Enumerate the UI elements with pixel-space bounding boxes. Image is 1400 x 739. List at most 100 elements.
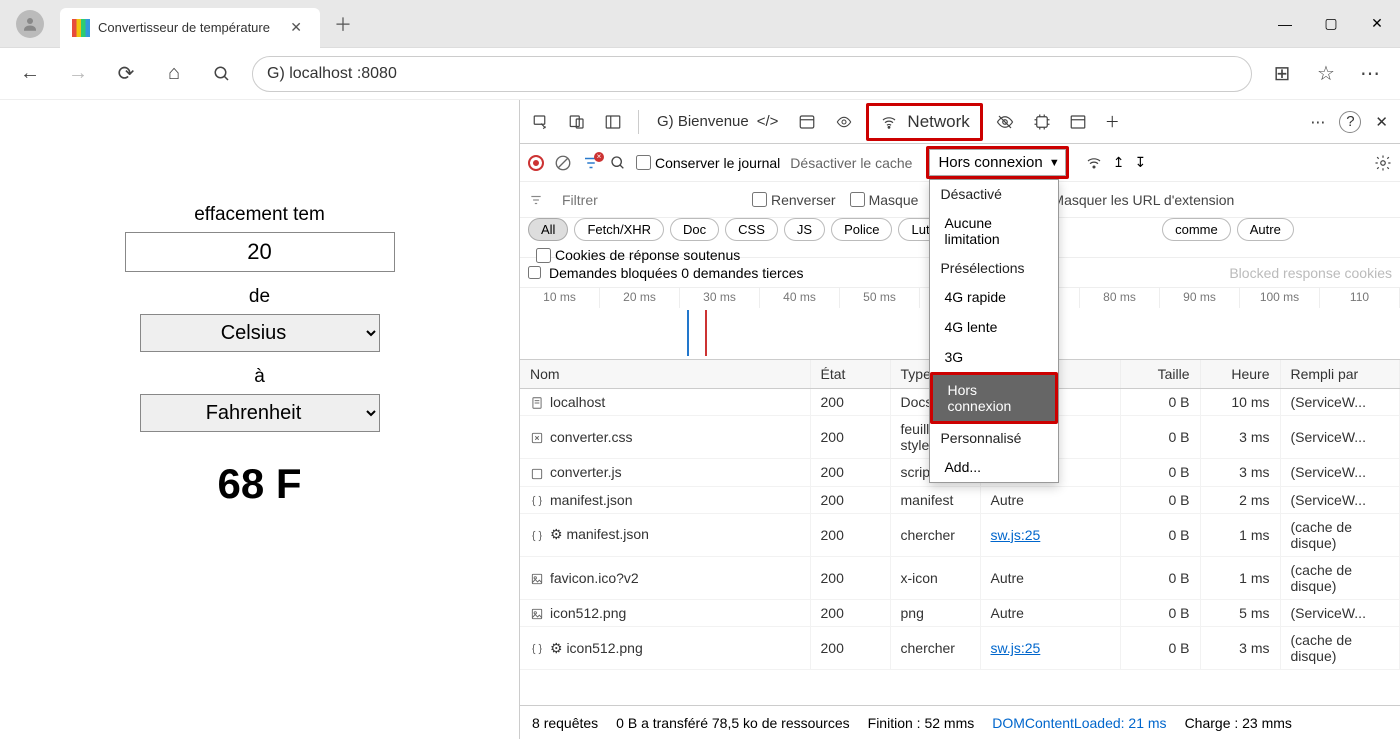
preserve-log-checkbox[interactable]: Conserver le journal xyxy=(636,155,780,171)
file-icon xyxy=(530,494,544,508)
timeline-tick: 50 ms xyxy=(840,288,920,308)
back-button[interactable]: ← xyxy=(12,56,48,92)
filter-toggle-icon[interactable]: × xyxy=(582,154,600,172)
throttle-add[interactable]: Add... xyxy=(930,452,1058,482)
blocked-resp-label: Blocked response cookies xyxy=(1229,265,1392,281)
tab-network[interactable]: Network xyxy=(866,103,982,141)
disable-cache-label: Désactiver le cache xyxy=(790,155,912,171)
table-row[interactable]: manifest.json 200 manifest Autre 0 B 2 m… xyxy=(520,486,1400,513)
import-har-icon[interactable]: ↥ xyxy=(1113,154,1125,171)
to-select[interactable]: Fahrenheit xyxy=(140,394,380,432)
status-load: Charge : 23 mms xyxy=(1185,715,1292,731)
device-toggle-icon[interactable] xyxy=(562,107,592,137)
profile-icon[interactable] xyxy=(16,10,44,38)
table-row[interactable]: ⚙ manifest.json 200 chercher sw.js:25 0 … xyxy=(520,513,1400,556)
status-transferred: 0 B a transféré 78,5 ko de ressources xyxy=(616,715,849,731)
home-button[interactable]: ⌂ xyxy=(156,56,192,92)
devtools-close-icon[interactable]: ✕ xyxy=(1369,107,1394,137)
browser-tab[interactable]: Convertisseur de température ✕ xyxy=(60,8,320,48)
tab-welcome[interactable]: G) Bienvenue </> xyxy=(649,107,786,136)
search-icon[interactable] xyxy=(610,155,626,171)
clear-button[interactable] xyxy=(554,154,572,172)
filter-icon xyxy=(528,193,544,207)
file-icon xyxy=(530,607,544,621)
file-icon xyxy=(530,467,544,481)
throttle-3g[interactable]: 3G xyxy=(930,342,1058,372)
type-wasm[interactable]: comme xyxy=(1162,218,1231,241)
type-all[interactable]: All xyxy=(528,218,568,241)
col-status[interactable]: État xyxy=(810,360,890,389)
export-har-icon[interactable]: ↧ xyxy=(1134,154,1146,171)
initiator-link[interactable]: sw.js:25 xyxy=(991,527,1041,543)
to-label: à xyxy=(90,366,430,388)
filter-input[interactable] xyxy=(558,188,738,212)
type-font[interactable]: Police xyxy=(831,218,892,241)
status-requests: 8 requêtes xyxy=(532,715,598,731)
from-select[interactable]: Celsius xyxy=(140,314,380,352)
initiator-link[interactable]: sw.js:25 xyxy=(991,640,1041,656)
url-input[interactable]: G) localhost :8080 xyxy=(252,56,1252,92)
tab-performance-icon[interactable] xyxy=(989,107,1021,137)
blocked-label: Demandes bloquées 0 demandes tierces xyxy=(549,265,804,281)
throttle-4g-slow[interactable]: 4G lente xyxy=(930,312,1058,342)
devtools-help-icon[interactable]: ? xyxy=(1339,111,1361,133)
throttling-select[interactable]: Hors connexion Désactivé Aucune limitati… xyxy=(926,146,1068,179)
hide-ext-checkbox[interactable]: Masque xyxy=(850,192,919,208)
hide-ext-label: Masquer les URL d'extension xyxy=(1052,192,1234,208)
throttle-nolimit[interactable]: Aucune limitation xyxy=(930,208,1058,254)
tab-application-icon[interactable] xyxy=(1063,107,1093,137)
reverse-checkbox[interactable]: Renverser xyxy=(752,192,836,208)
file-icon xyxy=(530,572,544,586)
devtools-more-icon[interactable]: ⋯ xyxy=(1304,107,1331,137)
timeline-tick: 110 xyxy=(1320,288,1400,308)
result-value: 68 F xyxy=(90,460,430,508)
tab-memory-icon[interactable] xyxy=(1027,107,1057,137)
col-time[interactable]: Heure xyxy=(1200,360,1280,389)
network-settings-icon[interactable] xyxy=(1374,154,1392,172)
col-size[interactable]: Taille xyxy=(1120,360,1200,389)
type-js[interactable]: JS xyxy=(784,218,825,241)
blocked-checkbox[interactable] xyxy=(528,266,541,279)
minimize-button[interactable]: — xyxy=(1262,0,1308,48)
browser-menu-button[interactable]: ⋯ xyxy=(1352,56,1388,92)
maximize-button[interactable]: ▢ xyxy=(1308,0,1354,48)
reload-button[interactable]: ⟳ xyxy=(108,56,144,92)
sidebar-toggle-icon[interactable] xyxy=(598,107,628,137)
inspect-icon[interactable] xyxy=(526,107,556,137)
type-fetch[interactable]: Fetch/XHR xyxy=(574,218,664,241)
timeline-tick: 20 ms xyxy=(600,288,680,308)
col-fulfilled[interactable]: Rempli par xyxy=(1280,360,1400,389)
search-button[interactable] xyxy=(204,56,240,92)
throttle-presets: Présélections xyxy=(930,254,1058,282)
tab-more-button[interactable]: ＋ xyxy=(1099,105,1126,138)
tab-app-icon[interactable] xyxy=(792,107,822,137)
tab-close-button[interactable]: ✕ xyxy=(284,19,308,36)
url-text: G) localhost :8080 xyxy=(267,65,397,83)
temp-input[interactable] xyxy=(125,232,395,272)
file-icon xyxy=(530,431,544,445)
page-content: effacement tem de Celsius à Fahrenheit 6… xyxy=(0,100,520,739)
new-tab-button[interactable]: ＋ xyxy=(320,11,366,37)
network-conditions-icon[interactable] xyxy=(1085,155,1103,171)
table-row[interactable]: icon512.png 200 png Autre 0 B 5 ms (Serv… xyxy=(520,599,1400,626)
timeline-tick: 90 ms xyxy=(1160,288,1240,308)
close-button[interactable]: ✕ xyxy=(1354,0,1400,48)
record-button[interactable] xyxy=(528,155,544,171)
forward-button[interactable]: → xyxy=(60,56,96,92)
throttle-custom: Personnalisé xyxy=(930,424,1058,452)
type-doc[interactable]: Doc xyxy=(670,218,719,241)
titlebar: Convertisseur de température ✕ ＋ — ▢ ✕ xyxy=(0,0,1400,48)
type-other[interactable]: Autre xyxy=(1237,218,1294,241)
throttle-4g-fast[interactable]: 4G rapide xyxy=(930,282,1058,312)
timeline-tick: 80 ms xyxy=(1080,288,1160,308)
extensions-button[interactable]: ⊞ xyxy=(1264,56,1300,92)
devtools-tabstrip: G) Bienvenue </> Network ＋ ⋯ ? ✕ xyxy=(520,100,1400,144)
tab-eye-icon[interactable] xyxy=(828,108,860,136)
col-name[interactable]: Nom xyxy=(520,360,810,389)
table-row[interactable]: ⚙ icon512.png 200 chercher sw.js:25 0 B … xyxy=(520,627,1400,670)
type-css[interactable]: CSS xyxy=(725,218,778,241)
table-row[interactable]: favicon.ico?v2 200 x-icon Autre 0 B 1 ms… xyxy=(520,556,1400,599)
throttle-offline[interactable]: Hors connexion xyxy=(930,372,1058,424)
throttle-disabled: Désactivé xyxy=(930,180,1058,208)
favorite-button[interactable]: ☆ xyxy=(1308,56,1344,92)
